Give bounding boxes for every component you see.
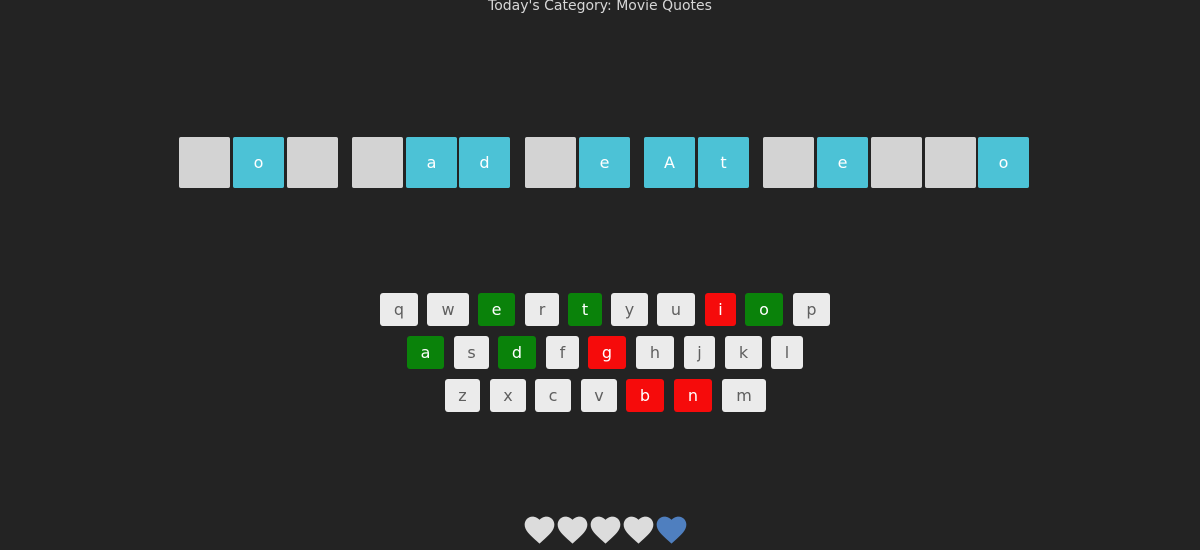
key-q[interactable]: q xyxy=(380,293,418,326)
letter-tile: o xyxy=(233,137,284,188)
key-b[interactable]: b xyxy=(626,379,664,412)
letter-tile: A xyxy=(644,137,695,188)
letter-tile xyxy=(525,137,576,188)
letter-tile: e xyxy=(579,137,630,188)
letter-tile xyxy=(871,137,922,188)
key-k[interactable]: k xyxy=(725,336,762,369)
letter-tile xyxy=(925,137,976,188)
key-o[interactable]: o xyxy=(745,293,783,326)
key-v[interactable]: v xyxy=(581,379,617,412)
key-c[interactable]: c xyxy=(535,379,571,412)
key-a[interactable]: a xyxy=(407,336,444,369)
key-d[interactable]: d xyxy=(498,336,536,369)
letter-tile: e xyxy=(817,137,868,188)
heart-icon xyxy=(656,516,687,544)
key-m[interactable]: m xyxy=(722,379,766,412)
letter-tile xyxy=(763,137,814,188)
letter-tile xyxy=(179,137,230,188)
key-j[interactable]: j xyxy=(684,336,715,369)
key-f[interactable]: f xyxy=(546,336,579,369)
key-p[interactable]: p xyxy=(793,293,830,326)
heart-icon xyxy=(590,516,621,544)
letter-tile: t xyxy=(698,137,749,188)
key-y[interactable]: y xyxy=(611,293,648,326)
heart-icon xyxy=(557,516,588,544)
heart-icon xyxy=(524,516,555,544)
letter-tile: a xyxy=(406,137,457,188)
key-e[interactable]: e xyxy=(478,293,515,326)
key-x[interactable]: x xyxy=(490,379,526,412)
key-g[interactable]: g xyxy=(588,336,626,369)
key-h[interactable]: h xyxy=(636,336,674,369)
letter-tile: o xyxy=(978,137,1029,188)
letter-tile: d xyxy=(459,137,510,188)
heart-icon xyxy=(623,516,654,544)
key-s[interactable]: s xyxy=(454,336,489,369)
key-i[interactable]: i xyxy=(705,293,736,326)
key-t[interactable]: t xyxy=(568,293,602,326)
key-r[interactable]: r xyxy=(525,293,559,326)
category-title: Today's Category: Movie Quotes xyxy=(488,0,712,14)
letter-tile xyxy=(352,137,403,188)
key-z[interactable]: z xyxy=(445,379,480,412)
key-n[interactable]: n xyxy=(674,379,712,412)
key-w[interactable]: w xyxy=(427,293,469,326)
key-u[interactable]: u xyxy=(657,293,695,326)
letter-tile xyxy=(287,137,338,188)
key-l[interactable]: l xyxy=(771,336,803,369)
